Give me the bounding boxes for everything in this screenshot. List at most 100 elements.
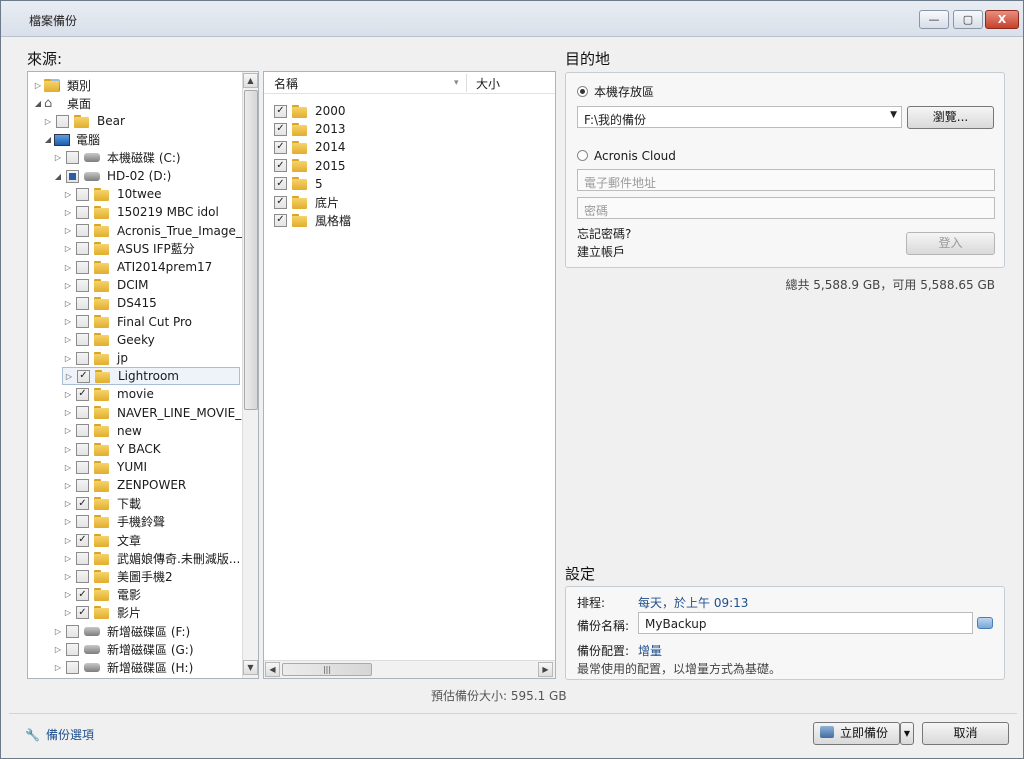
file-list-hscrollbar[interactable]: ◀ ||| ▶ bbox=[264, 660, 555, 678]
tree-item[interactable]: ◢ HD-02 (D:) bbox=[52, 167, 171, 185]
tree-item[interactable]: ▷ ATI2014prem17 bbox=[62, 258, 212, 276]
expander-icon[interactable]: ▷ bbox=[52, 153, 64, 162]
tree-checkbox[interactable] bbox=[76, 242, 89, 256]
scroll-left-button[interactable]: ◀ bbox=[265, 662, 280, 677]
file-item[interactable]: ✓ 2014 bbox=[272, 138, 346, 156]
expander-icon[interactable]: ▷ bbox=[52, 645, 64, 654]
browse-button[interactable]: 瀏覽... bbox=[907, 106, 994, 129]
column-name[interactable]: 名稱 bbox=[274, 75, 298, 92]
tree-item[interactable]: ▷ Final Cut Pro bbox=[62, 313, 192, 331]
tree-checkbox[interactable] bbox=[76, 315, 89, 329]
tree-item[interactable]: ▷ DCIM bbox=[62, 276, 149, 294]
expander-icon[interactable]: ▷ bbox=[62, 263, 74, 272]
backup-options-link[interactable]: 🔧 備份選項 bbox=[25, 726, 94, 743]
file-item[interactable]: ✓ 2013 bbox=[272, 120, 346, 138]
tree-checkbox[interactable] bbox=[76, 515, 89, 529]
tree-item[interactable]: ▷ DS415 bbox=[62, 294, 157, 312]
tree-checkbox[interactable] bbox=[76, 442, 89, 456]
comment-icon[interactable] bbox=[977, 617, 993, 629]
expander-icon[interactable]: ▷ bbox=[62, 536, 74, 545]
close-button[interactable]: X bbox=[985, 10, 1019, 29]
file-checkbox[interactable]: ✓ bbox=[274, 122, 287, 136]
tree-item[interactable]: ◢ ⌂ 桌面 bbox=[32, 94, 91, 112]
expander-icon[interactable]: ▷ bbox=[62, 499, 74, 508]
tree-scrollbar[interactable]: ▲ ▼ bbox=[242, 72, 258, 678]
backup-now-dropdown[interactable]: ▼ bbox=[900, 722, 914, 745]
scroll-right-button[interactable]: ▶ bbox=[538, 662, 553, 677]
tree-checkbox[interactable]: ✓ bbox=[76, 533, 89, 547]
tree-checkbox[interactable]: ✓ bbox=[76, 588, 89, 602]
scheme-link[interactable]: 增量 bbox=[638, 642, 662, 659]
tree-item[interactable]: ▷ NAVER_LINE_MOVIE_F bbox=[62, 404, 248, 422]
tree-checkbox[interactable] bbox=[76, 333, 89, 347]
file-checkbox[interactable]: ✓ bbox=[274, 195, 287, 209]
tree-item[interactable]: ▷ 150219 MBC idol bbox=[62, 203, 219, 221]
tree-item[interactable]: ▷ 美圖手機2 bbox=[62, 567, 173, 585]
expander-icon[interactable]: ▷ bbox=[62, 244, 74, 253]
expander-icon[interactable]: ▷ bbox=[62, 226, 74, 235]
schedule-link[interactable]: 每天，於上午 09:13 bbox=[638, 594, 748, 611]
expander-icon[interactable]: ▷ bbox=[52, 627, 64, 636]
tree-item[interactable]: ▷ Y BACK bbox=[62, 440, 161, 458]
expander-icon[interactable]: ▷ bbox=[62, 572, 74, 581]
expander-icon[interactable]: ▷ bbox=[62, 554, 74, 563]
tree-checkbox[interactable] bbox=[76, 569, 89, 583]
expander-icon[interactable]: ▷ bbox=[62, 481, 74, 490]
tree-checkbox[interactable] bbox=[66, 624, 79, 638]
tree-checkbox[interactable] bbox=[76, 296, 89, 310]
backup-name-input[interactable]: MyBackup bbox=[638, 612, 973, 634]
expander-icon[interactable]: ▷ bbox=[62, 390, 74, 399]
local-storage-radio[interactable]: 本機存放區 bbox=[577, 83, 654, 100]
expander-icon[interactable]: ▷ bbox=[32, 81, 44, 90]
expander-icon[interactable]: ▷ bbox=[63, 372, 75, 381]
minimize-button[interactable]: — bbox=[919, 10, 949, 29]
file-checkbox[interactable]: ✓ bbox=[274, 177, 287, 191]
file-item[interactable]: ✓ 2000 bbox=[272, 102, 346, 120]
tree-checkbox[interactable] bbox=[66, 660, 79, 674]
tree-item[interactable]: ◢ 電腦 bbox=[42, 131, 100, 149]
tree-item[interactable]: ▷ ✓ 下載 bbox=[62, 495, 141, 513]
tree-item[interactable]: ▷ 10twee bbox=[62, 185, 162, 203]
tree-item[interactable]: ▷ Geeky bbox=[62, 331, 155, 349]
expander-icon[interactable]: ◢ bbox=[52, 172, 64, 181]
tree-checkbox[interactable] bbox=[66, 642, 79, 656]
tree-checkbox[interactable] bbox=[76, 460, 89, 474]
email-field[interactable]: 電子郵件地址 bbox=[577, 169, 995, 191]
expander-icon[interactable]: ▷ bbox=[62, 445, 74, 454]
tree-item[interactable]: ▷ ZENPOWER bbox=[62, 476, 186, 494]
maximize-button[interactable]: ▢ bbox=[953, 10, 983, 29]
expander-icon[interactable]: ▷ bbox=[62, 354, 74, 363]
column-size[interactable]: 大小 bbox=[476, 75, 500, 92]
tree-item[interactable]: ▷ jp bbox=[62, 349, 128, 367]
tree-checkbox[interactable] bbox=[66, 151, 79, 165]
tree-checkbox[interactable] bbox=[76, 551, 89, 565]
tree-checkbox[interactable] bbox=[76, 424, 89, 438]
tree-checkbox[interactable] bbox=[66, 169, 79, 183]
expander-icon[interactable]: ▷ bbox=[62, 208, 74, 217]
acronis-cloud-radio[interactable]: Acronis Cloud bbox=[577, 149, 676, 163]
file-checkbox[interactable]: ✓ bbox=[274, 140, 287, 154]
file-item[interactable]: ✓ 2015 bbox=[272, 157, 346, 175]
tree-item[interactable]: ▷ ✓ Lightroom bbox=[62, 367, 240, 386]
cancel-button[interactable]: 取消 bbox=[922, 722, 1009, 745]
tree-checkbox[interactable] bbox=[76, 351, 89, 365]
scroll-up-button[interactable]: ▲ bbox=[243, 73, 258, 88]
tree-item[interactable]: ▷ 武媚娘傳奇.未刪減版... bbox=[62, 549, 240, 567]
forgot-password-link[interactable]: 忘記密碼? bbox=[577, 225, 631, 242]
scroll-thumb[interactable] bbox=[244, 90, 258, 410]
expander-icon[interactable]: ▷ bbox=[62, 426, 74, 435]
file-checkbox[interactable]: ✓ bbox=[274, 104, 287, 118]
expander-icon[interactable]: ◢ bbox=[32, 99, 44, 108]
tree-item[interactable]: ▷ Acronis_True_Image_... bbox=[62, 222, 253, 240]
tree-item[interactable]: ▷ 新增磁碟區 (F:) bbox=[52, 622, 190, 640]
expander-icon[interactable]: ▷ bbox=[62, 281, 74, 290]
tree-item[interactable]: ▷ ✓ movie bbox=[62, 385, 154, 403]
expander-icon[interactable]: ▷ bbox=[62, 335, 74, 344]
tree-item[interactable]: ▷ 本機磁碟 (C:) bbox=[52, 149, 181, 167]
expander-icon[interactable]: ▷ bbox=[62, 517, 74, 526]
expander-icon[interactable]: ▷ bbox=[42, 117, 54, 126]
expander-icon[interactable]: ▷ bbox=[62, 608, 74, 617]
expander-icon[interactable]: ▷ bbox=[62, 408, 74, 417]
expander-icon[interactable]: ▷ bbox=[62, 590, 74, 599]
file-item[interactable]: ✓ 風格檔 bbox=[272, 211, 351, 229]
